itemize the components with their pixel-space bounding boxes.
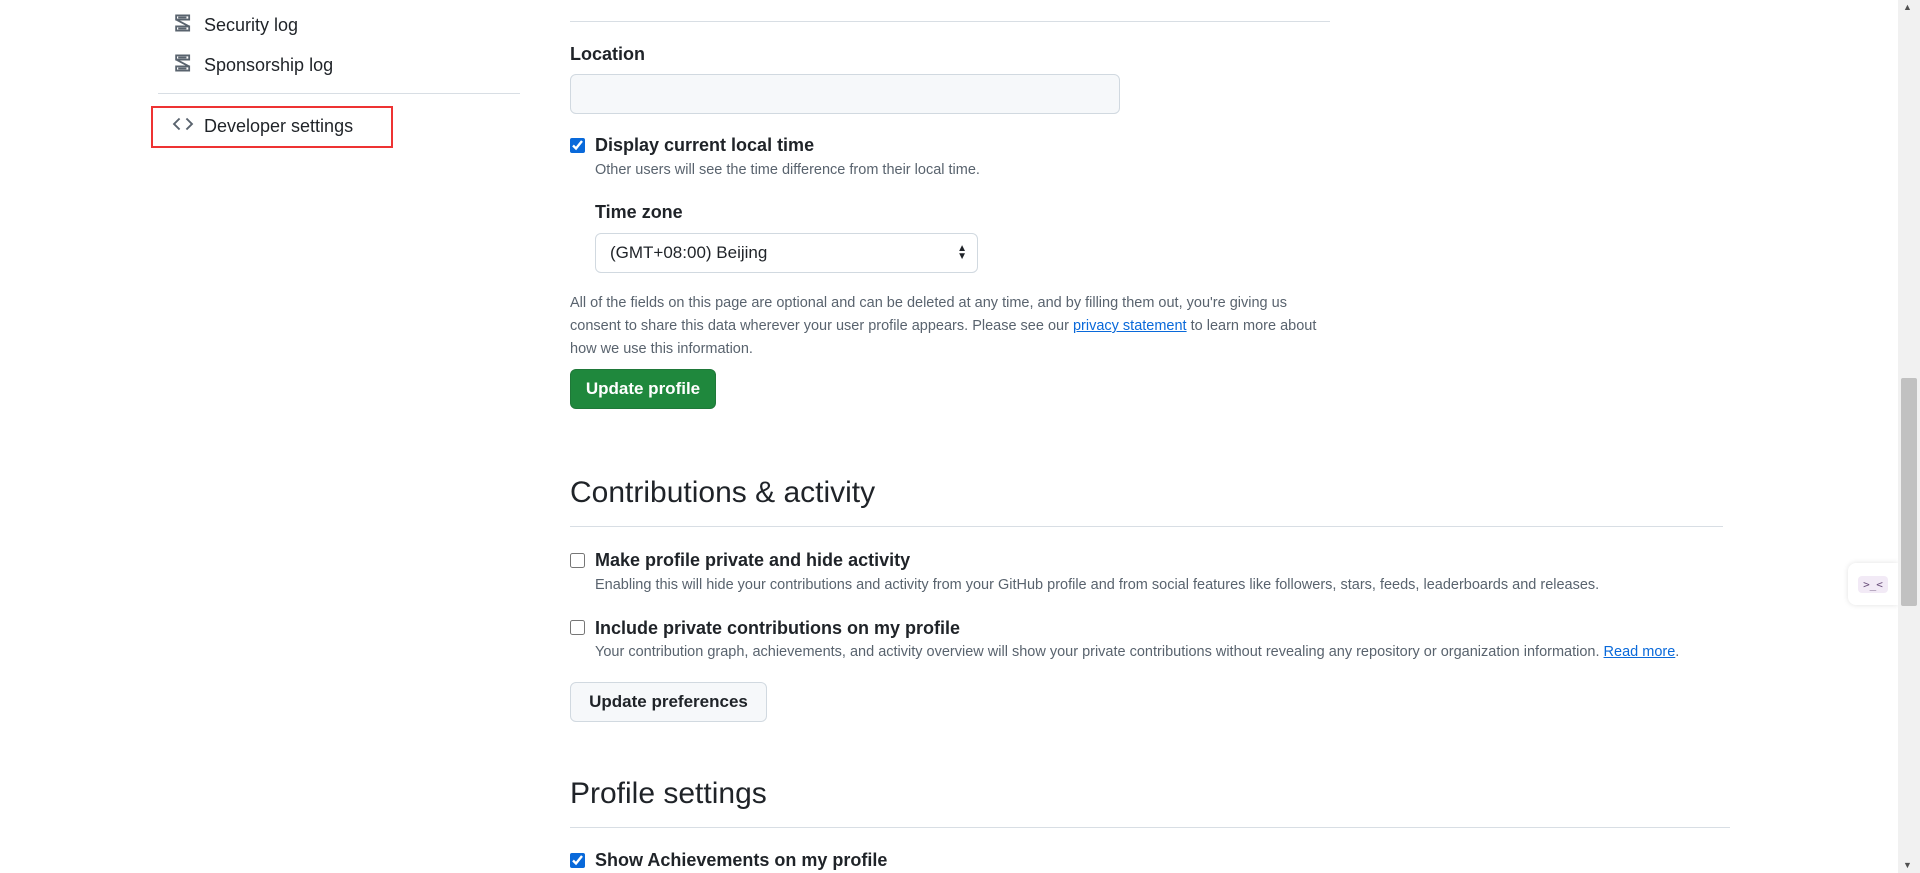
timezone-select[interactable]: (GMT+08:00) Beijing ▲ ▼ bbox=[595, 233, 978, 273]
make-profile-private-label: Make profile private and hide activity bbox=[595, 550, 911, 570]
profile-settings-heading: Profile settings bbox=[570, 777, 767, 810]
sidebar-item-security-log[interactable]: Security log bbox=[172, 9, 298, 41]
include-note-text: Your contribution graph, achievements, a… bbox=[595, 644, 1604, 660]
log-icon bbox=[172, 12, 194, 39]
select-arrows-icon: ▲ ▼ bbox=[957, 243, 967, 262]
sidebar-item-label: Sponsorship log bbox=[204, 54, 334, 75]
scrollbar-thumb[interactable] bbox=[1901, 378, 1917, 606]
location-label: Location bbox=[570, 44, 645, 64]
update-profile-button[interactable]: Update profile bbox=[570, 369, 716, 409]
scroll-up-icon[interactable]: ▲ bbox=[1903, 2, 1912, 12]
display-local-time-checkbox[interactable] bbox=[570, 138, 585, 153]
scroll-down-icon[interactable]: ▼ bbox=[1903, 860, 1912, 870]
update-preferences-button[interactable]: Update preferences bbox=[570, 682, 767, 722]
timezone-label: Time zone bbox=[595, 202, 683, 222]
section-divider bbox=[570, 526, 1723, 527]
make-profile-private-checkbox[interactable] bbox=[570, 553, 585, 568]
section-divider bbox=[570, 827, 1730, 828]
privacy-statement-link[interactable]: privacy statement bbox=[1073, 318, 1187, 334]
sidebar-item-sponsorship-log[interactable]: Sponsorship log bbox=[172, 49, 333, 81]
log-icon bbox=[172, 52, 194, 79]
consent-text: All of the fields on this page are optio… bbox=[570, 292, 1330, 361]
location-input[interactable] bbox=[570, 74, 1120, 114]
face-icon: >_< bbox=[1858, 575, 1888, 593]
include-private-contributions-note: Your contribution graph, achievements, a… bbox=[595, 644, 1679, 660]
read-more-link[interactable]: Read more bbox=[1604, 644, 1676, 660]
include-private-contributions-label: Include private contributions on my prof… bbox=[595, 618, 961, 638]
contributions-heading: Contributions & activity bbox=[570, 476, 876, 509]
sidebar-item-label: Security log bbox=[204, 14, 299, 35]
section-divider bbox=[570, 21, 1330, 22]
sidebar-divider bbox=[158, 93, 520, 94]
include-note-suffix: . bbox=[1675, 644, 1680, 660]
highlight-box bbox=[151, 106, 393, 148]
timezone-value: (GMT+08:00) Beijing bbox=[610, 243, 768, 262]
make-profile-private-note: Enabling this will hide your contributio… bbox=[595, 577, 1600, 593]
include-private-contributions-checkbox[interactable] bbox=[570, 620, 585, 635]
local-time-note: Other users will see the time difference… bbox=[595, 162, 980, 178]
show-achievements-label: Show Achievements on my profile bbox=[595, 850, 888, 870]
display-local-time-label: Display current local time bbox=[595, 135, 815, 155]
floating-assistant-button[interactable]: >_< bbox=[1848, 563, 1898, 605]
show-achievements-checkbox[interactable] bbox=[570, 853, 585, 868]
